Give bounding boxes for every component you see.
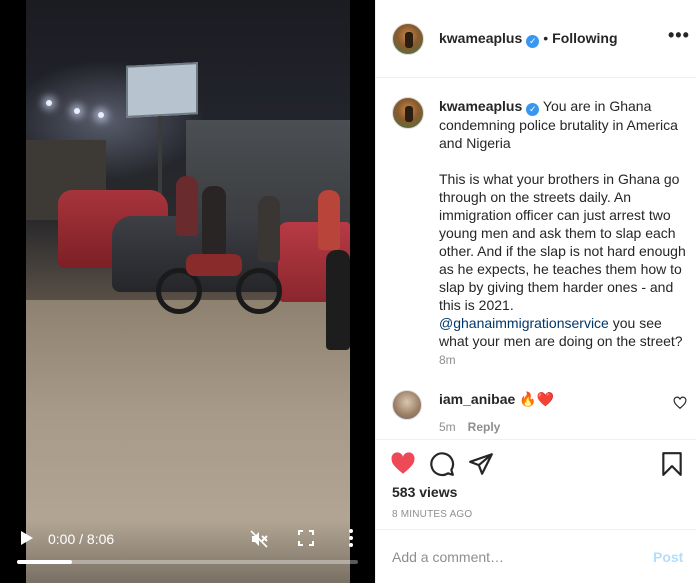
- comment-icon[interactable]: [429, 451, 455, 477]
- caption-username[interactable]: kwameaplus: [439, 98, 522, 114]
- bookmark-icon[interactable]: [659, 451, 685, 477]
- comment-username[interactable]: iam_anibae: [439, 391, 515, 407]
- caption-avatar[interactable]: [392, 97, 424, 129]
- heart-outline-icon[interactable]: [673, 396, 687, 410]
- following-button[interactable]: Following: [552, 30, 617, 46]
- post-caption: kwameaplus ✓ You are in Ghana condemning …: [439, 97, 689, 368]
- avatar[interactable]: [392, 23, 424, 55]
- comment-time: 5m: [439, 420, 456, 434]
- post-actions: 583 views 8 MINUTES AGO: [376, 439, 696, 529]
- fullscreen-icon[interactable]: [298, 530, 314, 546]
- video-frame[interactable]: [26, 0, 350, 583]
- post-button[interactable]: Post: [653, 549, 683, 565]
- comment-text: 🔥❤️: [519, 391, 555, 407]
- post-header: kwameaplus ✓ • Following •••: [376, 0, 696, 78]
- verified-icon: ✓: [526, 35, 540, 48]
- verified-icon: ✓: [526, 103, 540, 116]
- play-icon[interactable]: [20, 530, 34, 546]
- video-controls: 0:00 / 8:06: [0, 520, 375, 583]
- header-username[interactable]: kwameaplus: [439, 30, 522, 46]
- separator: •: [543, 30, 549, 46]
- video-progress-bar[interactable]: [17, 560, 358, 564]
- instagram-post-window: 0:00 / 8:06 kwameaplus✓•Following •••: [0, 0, 696, 583]
- comment-input[interactable]: [392, 547, 632, 567]
- caption-paragraph-2: This is what your brothers in Ghana go t…: [439, 171, 686, 313]
- video-player[interactable]: 0:00 / 8:06: [0, 0, 375, 583]
- more-horizontal-icon[interactable]: •••: [668, 26, 690, 44]
- caption-time: 8m: [439, 353, 456, 367]
- reply-button[interactable]: Reply: [468, 420, 501, 434]
- mute-icon[interactable]: [249, 529, 269, 549]
- share-icon[interactable]: [468, 451, 494, 477]
- view-count[interactable]: 583 views: [392, 484, 457, 500]
- more-vertical-icon[interactable]: [344, 528, 358, 548]
- add-comment-bar: Post: [376, 529, 696, 583]
- post-sidebar: kwameaplus ✓ • Following ••• kwameaplus ✓ Yo…: [375, 0, 696, 583]
- comments-section: kwameaplus ✓ You are in Ghana condemning …: [376, 79, 696, 439]
- comment-avatar[interactable]: [392, 390, 422, 420]
- caption-mention-link[interactable]: @ghanaimmigrationservice: [439, 315, 609, 331]
- video-progress-fill: [17, 560, 72, 564]
- heart-filled-icon[interactable]: [390, 451, 416, 477]
- post-age: 8 MINUTES AGO: [392, 509, 473, 520]
- video-time: 0:00 / 8:06: [48, 531, 115, 547]
